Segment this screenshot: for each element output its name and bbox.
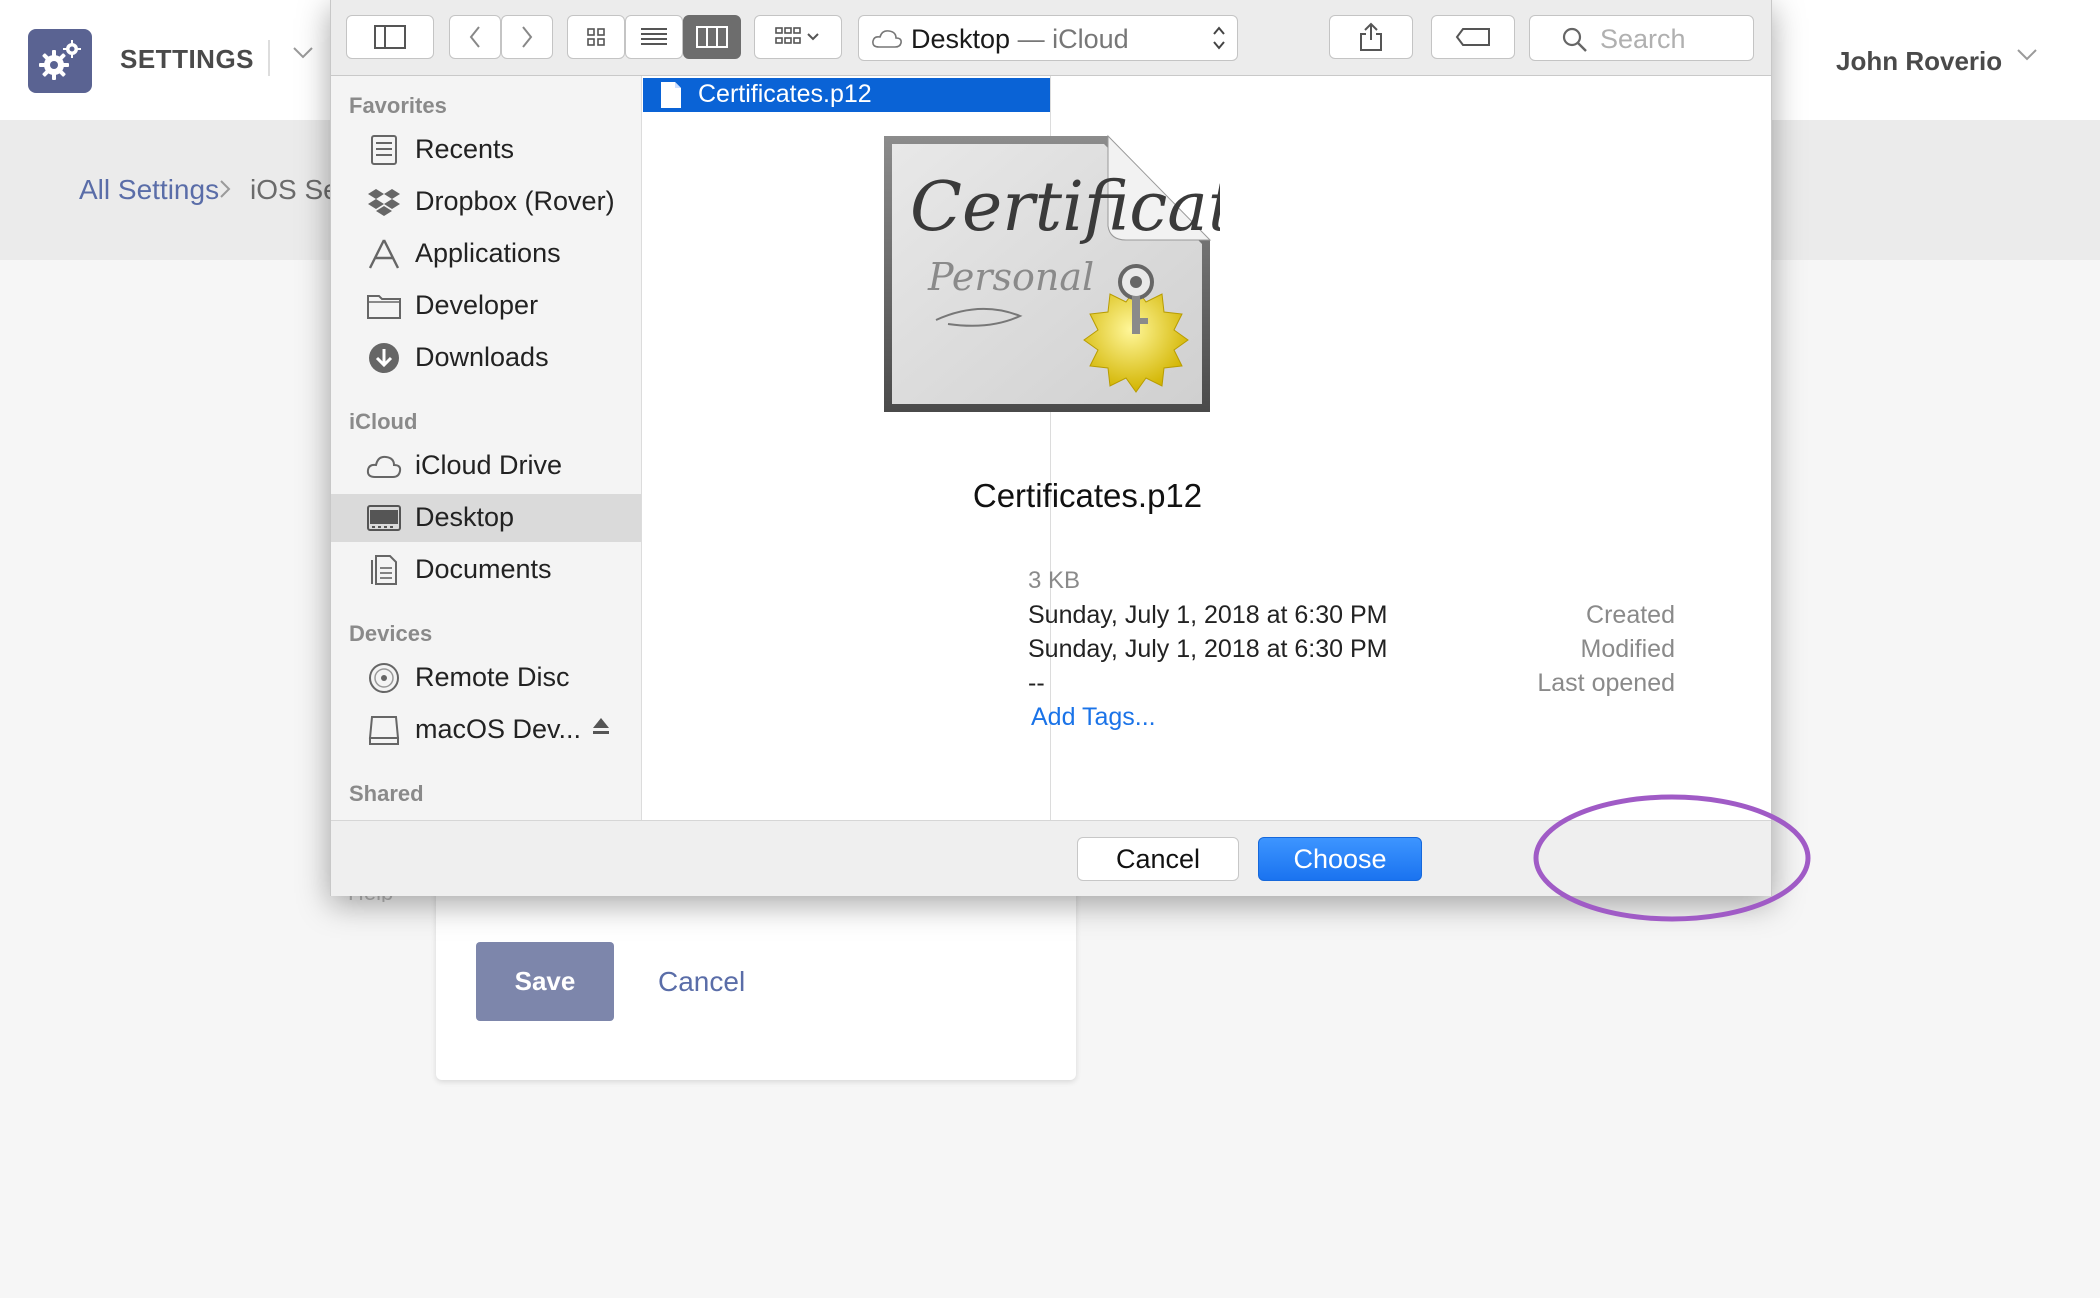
recents-icon <box>371 135 397 165</box>
breadcrumb-all-settings[interactable]: All Settings <box>79 174 219 206</box>
sidebar-icon <box>374 25 406 49</box>
created-label: Created <box>1586 601 1675 629</box>
back-button[interactable] <box>449 15 501 59</box>
cloud-icon <box>366 455 402 478</box>
sidebar-label: Recents <box>415 134 515 164</box>
choose-button[interactable]: Choose <box>1258 837 1422 881</box>
sidebar-label: iCloud Drive <box>415 450 563 480</box>
dialog-toolbar: Desktop — iCloud Search <box>331 0 1771 76</box>
sidebar-item-icloud-drive[interactable]: iCloud Drive <box>331 442 641 490</box>
eject-icon[interactable] <box>591 716 611 738</box>
documents-icon <box>371 555 397 585</box>
location-popup[interactable]: Desktop — iCloud <box>858 15 1238 61</box>
location-separator: — <box>1010 24 1053 54</box>
user-menu-name[interactable]: John Roverio <box>1836 46 2002 77</box>
sidebar-item-remote-disc[interactable]: Remote Disc <box>331 654 641 702</box>
applications-icon <box>368 239 400 269</box>
sidebar-item-developer[interactable]: Developer <box>331 282 641 330</box>
list-view-button[interactable] <box>625 15 683 59</box>
certificate-preview-icon: Certificate Personal <box>884 134 1220 412</box>
modified-label: Modified <box>1580 635 1676 663</box>
location-source: iCloud <box>1052 24 1129 54</box>
sidebar-item-macos-drive[interactable]: macOS Dev... <box>331 706 641 754</box>
sidebar-item-downloads[interactable]: Downloads <box>331 334 641 382</box>
chevron-down-icon[interactable] <box>2016 48 2038 62</box>
chevron-right-icon <box>220 180 231 198</box>
settings-gear-icon[interactable] <box>28 29 92 93</box>
preview-file-name: Certificates.p12 <box>972 477 1203 514</box>
save-button[interactable]: Save <box>476 942 614 1021</box>
svg-text:Certificate: Certificate <box>910 168 1220 247</box>
search-icon <box>1562 27 1587 52</box>
desktop-icon <box>367 505 401 531</box>
chevron-left-icon <box>469 26 480 48</box>
tag-icon <box>1455 28 1490 46</box>
shared-heading: Shared <box>349 781 424 806</box>
sidebar-item-recents[interactable]: Recents <box>331 126 641 174</box>
modified-value: Sunday, July 1, 2018 at 6:30 PM <box>1028 635 1388 663</box>
sidebar-toggle-button[interactable] <box>346 15 434 59</box>
share-icon <box>1360 22 1382 51</box>
app-title: SETTINGS <box>120 44 255 74</box>
sidebar-label: macOS Dev... <box>415 714 582 744</box>
chevron-down-icon[interactable] <box>292 46 314 60</box>
group-grid-icon <box>775 27 819 44</box>
sidebar-label: Applications <box>415 238 561 268</box>
highlight-ring-annotation <box>1533 794 1811 922</box>
add-tags-link[interactable]: Add Tags... <box>1031 703 1156 732</box>
sidebar-label: Desktop <box>415 502 515 532</box>
forward-button[interactable] <box>501 15 553 59</box>
svg-text:Personal: Personal <box>927 255 1094 299</box>
sidebar-label: Remote Disc <box>415 662 570 692</box>
downloads-icon <box>369 343 399 373</box>
column-view-button[interactable] <box>683 15 741 59</box>
folder-icon <box>367 295 401 319</box>
sidebar-label: Dropbox (Rover) <box>415 186 615 216</box>
file-row-selected[interactable]: Certificates.p12 <box>643 78 1050 112</box>
search-field[interactable]: Search <box>1529 15 1754 61</box>
columns-icon <box>696 26 728 48</box>
location-folder: Desktop <box>911 24 1011 54</box>
grid-icon <box>587 28 605 46</box>
tags-button[interactable] <box>1431 15 1515 59</box>
cloud-icon <box>872 30 902 48</box>
sidebar-label: Downloads <box>415 342 549 372</box>
share-button[interactable] <box>1329 15 1413 59</box>
file-name: Certificates.p12 <box>698 80 872 108</box>
sidebar-label: Developer <box>415 290 539 320</box>
sidebar-label: Documents <box>415 554 552 584</box>
header-divider <box>268 40 270 76</box>
disc-icon <box>369 663 399 693</box>
search-placeholder: Search <box>1600 24 1686 54</box>
last-opened-label: Last opened <box>1537 669 1675 697</box>
preview-file-size: 3 KB <box>1028 567 1081 594</box>
group-by-button[interactable] <box>754 15 842 59</box>
dialog-cancel-button[interactable]: Cancel <box>1077 837 1239 881</box>
drive-icon <box>368 716 400 745</box>
icloud-heading: iCloud <box>349 409 418 434</box>
dropbox-icon <box>368 189 400 216</box>
form-cancel-link[interactable]: Cancel <box>658 966 745 998</box>
sidebar-item-dropbox[interactable]: Dropbox (Rover) <box>331 178 641 226</box>
chevron-right-icon <box>522 26 533 48</box>
favorites-heading: Favorites <box>349 93 447 118</box>
icon-view-button[interactable] <box>567 15 625 59</box>
dialog-sidebar: Favorites Recents Dropbox (Rover) Applic… <box>331 76 642 820</box>
sidebar-item-documents[interactable]: Documents <box>331 546 641 594</box>
sidebar-item-desktop[interactable]: Desktop <box>331 494 641 542</box>
sidebar-item-applications[interactable]: Applications <box>331 230 641 278</box>
last-opened-value: -- <box>1028 669 1045 697</box>
created-value: Sunday, July 1, 2018 at 6:30 PM <box>1028 601 1388 629</box>
devices-heading: Devices <box>349 621 433 646</box>
document-icon <box>661 82 681 108</box>
updown-chevron-icon <box>1213 26 1225 50</box>
list-icon <box>641 28 667 45</box>
